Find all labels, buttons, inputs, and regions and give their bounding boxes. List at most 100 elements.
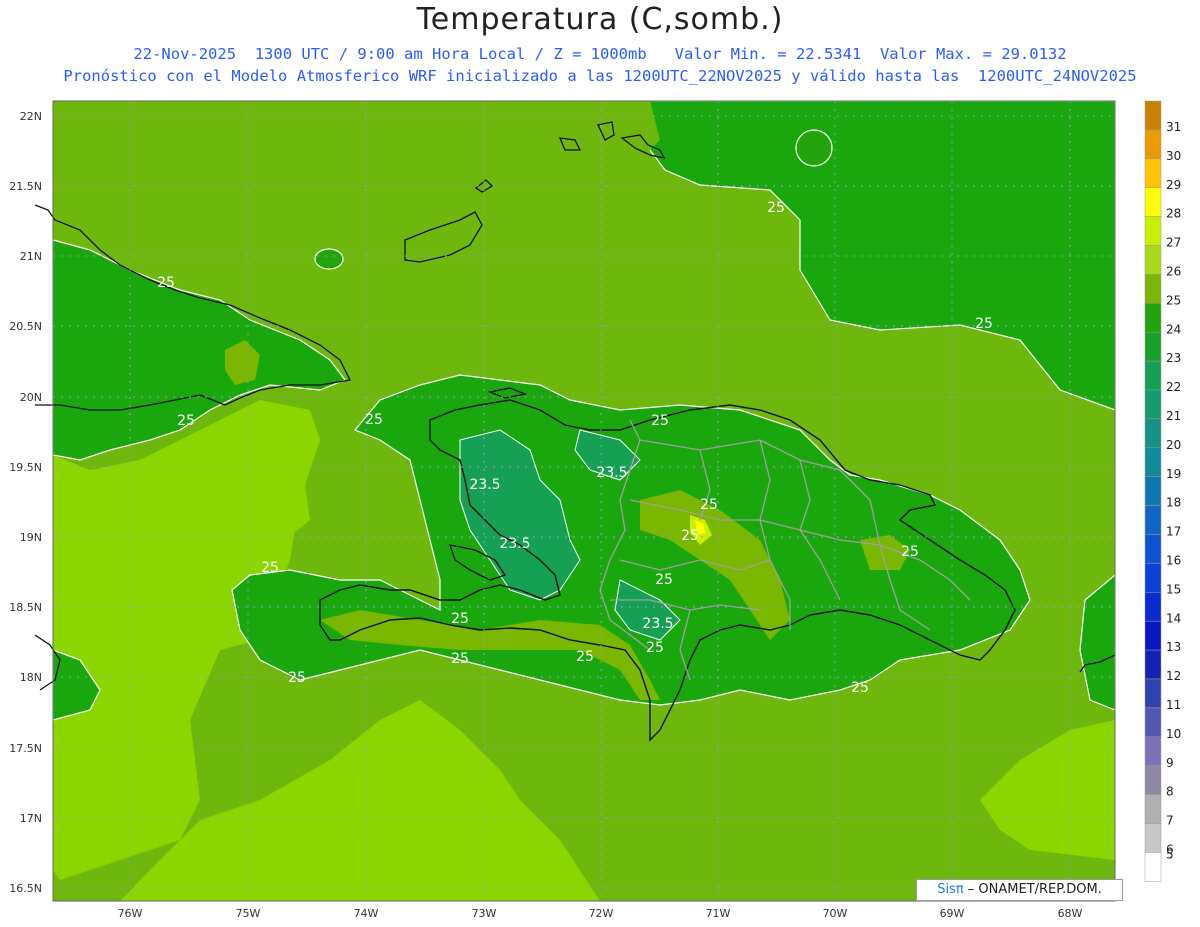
contour-label: 25 xyxy=(700,497,718,513)
contour-label: 23.5 xyxy=(469,477,500,493)
colorbar-label: 28 xyxy=(1166,207,1181,221)
lon-label: 74W xyxy=(354,907,379,920)
contour-label: 25 xyxy=(576,649,594,665)
colorbar-label: 7 xyxy=(1166,814,1174,828)
lat-label: 17N xyxy=(20,812,42,825)
colorbar-label: 9 xyxy=(1166,756,1174,770)
contour-label: 25 xyxy=(365,412,383,428)
colorbar-label: 8 xyxy=(1166,785,1174,799)
colorbar-label: 30 xyxy=(1166,149,1181,163)
colorbar-label: 14 xyxy=(1166,611,1181,625)
colorbar-label: 12 xyxy=(1166,669,1181,683)
colorbar-swatch xyxy=(1144,129,1162,160)
colorbar-swatch xyxy=(1144,563,1162,593)
colorbar-swatch xyxy=(1144,534,1162,564)
lat-label: 18N xyxy=(20,671,42,684)
colorbar-label: 20 xyxy=(1166,438,1181,452)
colorbar-swatch xyxy=(1144,852,1162,882)
contour-label: 25 xyxy=(261,560,279,576)
contour-label-extra: 25 xyxy=(646,640,664,656)
colorbar-swatch xyxy=(1144,592,1162,622)
colorbar-label: 19 xyxy=(1166,467,1181,481)
contour-label: 25 xyxy=(681,528,699,544)
colorbar-swatch xyxy=(1144,765,1162,795)
lat-label: 19.5N xyxy=(9,461,42,474)
colorbar-label: 10 xyxy=(1166,727,1181,741)
colorbar-swatch xyxy=(1144,274,1162,304)
contour-label: 25 xyxy=(655,572,673,588)
colorbar-label: 16 xyxy=(1166,554,1181,568)
colorbar-swatch xyxy=(1144,158,1162,188)
contour-label: 25 xyxy=(451,611,469,627)
map-subtitle-model: Pronóstico con el Modelo Atmosferico WRF… xyxy=(63,67,1137,85)
lat-label: 16.5N xyxy=(9,882,42,895)
colorbar-label: 24 xyxy=(1166,322,1181,336)
colorbar-swatch xyxy=(1144,620,1162,651)
lon-label: 70W xyxy=(823,907,848,920)
contour-label: 25 xyxy=(451,651,469,667)
colorbar-label: 11 xyxy=(1166,698,1181,712)
contour-label: 23.5 xyxy=(499,536,530,552)
map-subtitle-time: 22-Nov-2025 1300 UTC / 9:00 am Hora Loca… xyxy=(133,45,1067,63)
lat-label: 21.5N xyxy=(9,180,42,193)
contour-label: 25 xyxy=(651,413,669,429)
lat-label: 18.5N xyxy=(9,601,42,614)
colorbar-label: 25 xyxy=(1166,293,1181,307)
colorbar-label: 27 xyxy=(1166,236,1181,250)
lon-label: 69W xyxy=(940,907,965,920)
lat-label: 17.5N xyxy=(9,742,42,755)
colorbar-swatch xyxy=(1144,707,1162,738)
contour-label: 25 xyxy=(901,544,919,560)
lat-label: 20.5N xyxy=(9,320,42,333)
colorbar-swatch xyxy=(1144,476,1162,506)
colorbar-swatch xyxy=(1144,100,1162,131)
lon-label: 73W xyxy=(472,907,497,920)
colorbar-swatch xyxy=(1144,736,1162,766)
colorbar-swatch xyxy=(1144,418,1162,449)
colorbar-label: 5 xyxy=(1166,847,1174,861)
colorbar-swatch xyxy=(1144,216,1162,246)
colorbar-label: 15 xyxy=(1166,582,1181,596)
colorbar-swatch xyxy=(1144,331,1162,362)
lon-label: 68W xyxy=(1058,907,1083,920)
colorbar: 31 30 29 28 27 26 25 24 23 22 21 20 19 18 17 16 15 14 13 12… xyxy=(1144,100,1181,882)
lat-label: 19N xyxy=(20,531,42,544)
colorbar-label: 17 xyxy=(1166,525,1181,539)
colorbar-swatch xyxy=(1144,678,1162,709)
colorbar-swatch xyxy=(1144,187,1162,217)
colorbar-swatch xyxy=(1144,794,1162,824)
contour-label: 25 xyxy=(975,316,993,332)
colorbar-swatch xyxy=(1144,245,1162,275)
contour-label-extra: 25 xyxy=(288,670,306,686)
contour-label: 25 xyxy=(157,275,175,291)
colorbar-swatch xyxy=(1144,389,1162,420)
colorbar-swatch xyxy=(1144,360,1162,391)
field-24-25-bahamas xyxy=(540,101,660,165)
lon-label: 71W xyxy=(706,907,731,920)
lon-axis: 76W 75W 74W 73W 72W 71W 70W 69W 68W xyxy=(118,907,1083,920)
field-24-25-blob xyxy=(795,129,833,167)
map-title: Temperatura (C,somb.) xyxy=(416,2,784,37)
lat-label: 21N xyxy=(20,250,42,263)
colorbar-swatch xyxy=(1144,505,1162,535)
colorbar-label: 22 xyxy=(1166,380,1181,394)
colorbar-label: 31 xyxy=(1166,120,1181,134)
credit-box: Sisπ – ONAMET/REP.DOM. xyxy=(916,879,1123,901)
colorbar-label: 23 xyxy=(1166,351,1181,365)
colorbar-label: 29 xyxy=(1166,178,1181,192)
colorbar-swatch xyxy=(1144,649,1162,680)
credit-org: – ONAMET/REP.DOM. xyxy=(963,882,1102,897)
lat-label: 20N xyxy=(20,391,42,404)
temperature-map: 22N 21.5N 21N 20.5N 20N 19.5N 19N 18.5N … xyxy=(9,100,1181,920)
lat-label: 22N xyxy=(20,110,42,123)
contour-label: 25 xyxy=(767,200,785,216)
contour-label: 25 xyxy=(177,413,195,429)
colorbar-label: 13 xyxy=(1166,640,1181,654)
colorbar-swatch xyxy=(1144,303,1162,333)
contour-label: 23.5 xyxy=(642,616,673,632)
colorbar-swatch xyxy=(1144,823,1162,853)
colorbar-label: 21 xyxy=(1166,409,1181,423)
lon-label: 75W xyxy=(236,907,261,920)
lat-axis: 22N 21.5N 21N 20.5N 20N 19.5N 19N 18.5N … xyxy=(9,110,42,895)
sis-logo-text: Sisπ xyxy=(937,882,964,897)
